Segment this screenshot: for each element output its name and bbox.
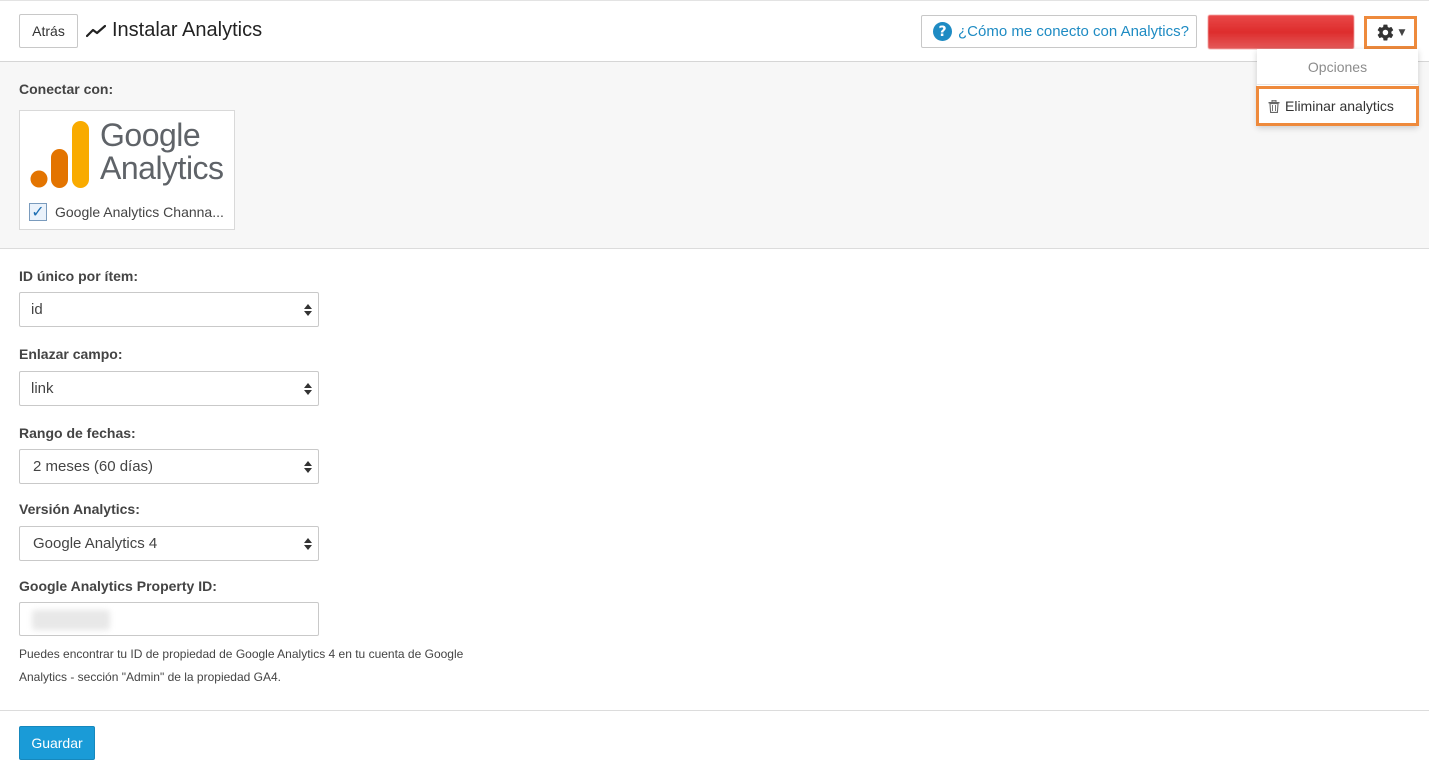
unique-id-select[interactable]: id bbox=[19, 292, 319, 327]
trash-icon bbox=[1268, 99, 1280, 113]
unique-id-label: ID único por ítem: bbox=[19, 268, 138, 284]
help-connect-label: ¿Cómo me conecto con Analytics? bbox=[958, 23, 1189, 40]
date-range-value: 2 meses (60 días) bbox=[33, 458, 154, 475]
google-analytics-wordmark: Google Analytics bbox=[100, 119, 224, 185]
connect-label: Conectar con: bbox=[19, 81, 114, 97]
redacted-property-id bbox=[32, 610, 110, 630]
back-button[interactable]: Atrás bbox=[19, 14, 78, 48]
help-text-line1: Puedes encontrar tu ID de propiedad de G… bbox=[19, 647, 464, 661]
date-range-label: Rango de fechas: bbox=[19, 425, 136, 441]
link-field-value: link bbox=[31, 380, 54, 397]
gear-icon bbox=[1377, 24, 1393, 41]
property-id-label: Google Analytics Property ID: bbox=[19, 578, 217, 594]
checkmark-icon: ✓ bbox=[31, 202, 45, 221]
install-analytics-page: Atrás Instalar Analytics ? ¿Cómo me cone… bbox=[0, 0, 1429, 772]
link-field-select[interactable]: link bbox=[19, 371, 319, 406]
question-circle-icon: ? bbox=[933, 22, 952, 41]
property-id-input[interactable] bbox=[19, 602, 319, 636]
wordmark-line2: Analytics bbox=[100, 150, 224, 186]
select-arrows-icon bbox=[304, 537, 312, 550]
trend-line-icon bbox=[86, 24, 106, 37]
page-header: Atrás Instalar Analytics ? ¿Cómo me cone… bbox=[0, 0, 1429, 62]
unique-id-value: id bbox=[31, 301, 43, 318]
save-button[interactable]: Guardar bbox=[19, 726, 95, 760]
link-field-label: Enlazar campo: bbox=[19, 346, 123, 362]
delete-analytics-menu-item[interactable]: Eliminar analytics bbox=[1256, 86, 1419, 126]
connect-section: Conectar con: Google Analytics ✓ Google … bbox=[0, 62, 1429, 249]
options-menu-button[interactable]: ▼ bbox=[1364, 16, 1417, 49]
date-range-select[interactable]: 2 meses (60 días) bbox=[19, 449, 319, 484]
version-label: Versión Analytics: bbox=[19, 501, 140, 517]
redacted-action-button[interactable] bbox=[1208, 15, 1354, 49]
caret-down-icon: ▼ bbox=[1398, 27, 1406, 38]
ga-channel-checkbox[interactable]: ✓ bbox=[29, 203, 47, 221]
help-connect-button[interactable]: ? ¿Cómo me conecto con Analytics? bbox=[921, 15, 1197, 48]
page-title: Instalar Analytics bbox=[112, 19, 263, 41]
delete-analytics-label: Eliminar analytics bbox=[1285, 98, 1394, 114]
footer-divider bbox=[0, 710, 1429, 711]
google-analytics-card[interactable]: Google Analytics ✓ Google Analytics Chan… bbox=[19, 110, 235, 230]
title-wrap: Instalar Analytics bbox=[86, 19, 262, 42]
version-value: Google Analytics 4 bbox=[33, 535, 158, 552]
property-id-help-text: Puedes encontrar tu ID de propiedad de G… bbox=[19, 643, 479, 689]
select-arrows-icon bbox=[304, 303, 312, 316]
select-arrows-icon bbox=[304, 460, 312, 473]
google-analytics-logo-icon bbox=[30, 121, 89, 188]
ga-channel-checkbox-row[interactable]: ✓ Google Analytics Channa... bbox=[29, 203, 229, 221]
help-text-line2: Analytics - sección "Admin" de la propie… bbox=[19, 670, 281, 684]
ga-channel-label: Google Analytics Channa... bbox=[55, 204, 224, 220]
select-arrows-icon bbox=[304, 382, 312, 395]
wordmark-line1: Google bbox=[100, 117, 201, 153]
version-select[interactable]: Google Analytics 4 bbox=[19, 526, 319, 561]
options-dropdown: Opciones Eliminar analytics bbox=[1256, 49, 1419, 126]
dropdown-header: Opciones bbox=[1257, 49, 1418, 85]
